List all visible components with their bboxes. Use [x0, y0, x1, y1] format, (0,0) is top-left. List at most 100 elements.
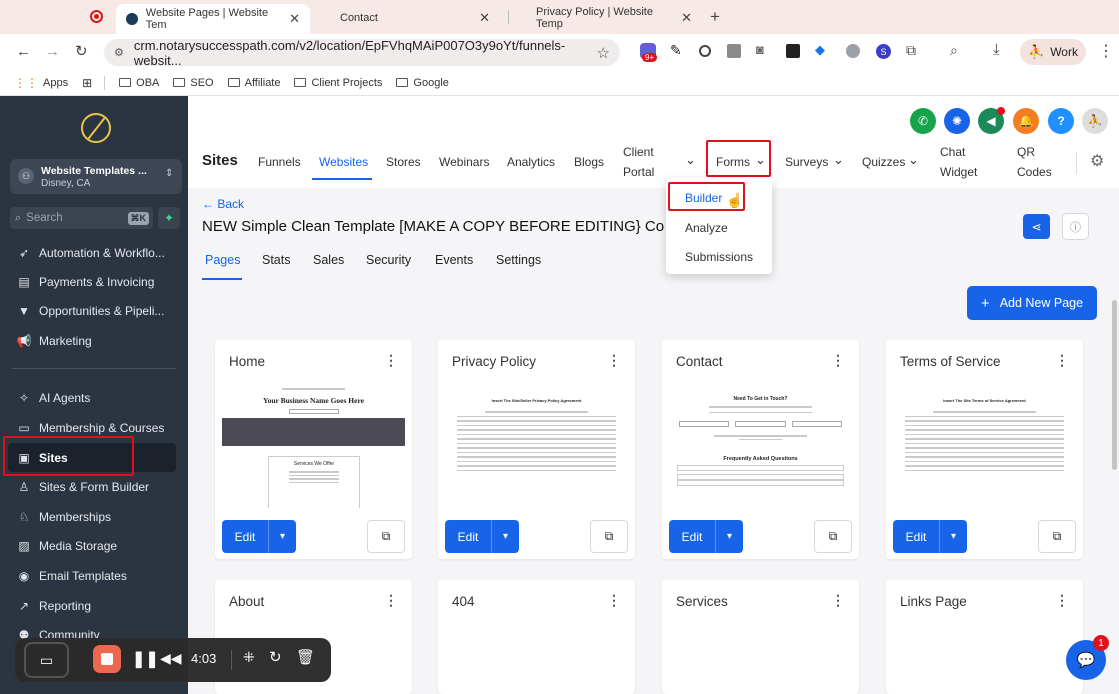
more-options-icon[interactable]: ⋮: [607, 352, 621, 369]
notifications-bell-button[interactable]: 🔔: [1013, 108, 1039, 134]
chevron-down-icon[interactable]: ▾: [269, 520, 296, 553]
sidebar-item-automation[interactable]: ➶ Automation & Workflo...: [17, 246, 165, 260]
address-bar[interactable]: ⚙ crm.notarysuccesspath.com/v2/location/…: [104, 38, 620, 68]
nav-analytics[interactable]: Analytics: [507, 155, 555, 169]
browser-tab-contact[interactable]: Contact ✕: [330, 5, 500, 30]
open-external-icon[interactable]: ⧉: [367, 520, 405, 553]
extension-tag-icon[interactable]: ◆: [815, 42, 825, 58]
app-logo[interactable]: [81, 113, 111, 143]
help-button[interactable]: ?: [1048, 108, 1074, 134]
bookmark-affiliate[interactable]: Affiliate: [227, 77, 280, 89]
settings-gear-icon[interactable]: ⚙: [1090, 151, 1104, 171]
open-external-icon[interactable]: ⧉: [590, 520, 628, 553]
account-switcher[interactable]: ⚇ Website Templates ... Disney, CA ⇕: [10, 159, 182, 194]
nav-qr-codes-line2[interactable]: Codes: [1017, 165, 1052, 179]
camera-icon[interactable]: ◙: [756, 42, 764, 57]
bookmark-seo[interactable]: SEO: [173, 77, 214, 89]
bookmark-oba[interactable]: OBA: [119, 77, 159, 89]
sidebar-item-reporting[interactable]: ↗ Reporting: [17, 599, 91, 613]
close-tab-icon[interactable]: ✕: [289, 11, 300, 27]
nav-surveys[interactable]: Surveys: [785, 155, 828, 169]
menu-item-submissions[interactable]: Submissions: [685, 250, 753, 264]
more-options-icon[interactable]: ⋮: [1055, 352, 1069, 369]
page-card-home[interactable]: Home ⋮ Your Business Name Goes Here Serv…: [215, 340, 412, 559]
info-button[interactable]: ⓘ: [1062, 213, 1089, 240]
nav-blogs[interactable]: Blogs: [574, 155, 604, 169]
nav-chat-widget-line1[interactable]: Chat: [940, 145, 965, 159]
page-card-404[interactable]: 404 ⋮: [438, 580, 635, 694]
sidebar-search[interactable]: ⌕ Search ⌘K: [10, 207, 153, 229]
extensions-puzzle-icon[interactable]: ⧉: [906, 42, 916, 59]
sidebar-item-marketing[interactable]: 📢 Marketing: [17, 334, 92, 348]
more-options-icon[interactable]: ⋮: [1055, 592, 1069, 609]
launchpad-button[interactable]: ✺: [944, 108, 970, 134]
chevron-down-icon[interactable]: ▾: [492, 520, 519, 553]
chevron-down-icon[interactable]: ⌄: [908, 152, 919, 168]
browser-tab-privacy-policy[interactable]: Privacy Policy | Website Temp ✕: [526, 5, 702, 30]
browser-tab-website-pages[interactable]: Website Pages | Website Tem ✕: [116, 4, 310, 34]
back-arrow-icon[interactable]: ←: [16, 43, 31, 60]
open-external-icon[interactable]: ⧉: [1038, 520, 1076, 553]
tab-settings[interactable]: Settings: [496, 253, 541, 267]
more-options-icon[interactable]: ⋮: [384, 352, 398, 369]
sidebar-item-email-templates[interactable]: ◉ Email Templates: [17, 569, 127, 583]
tab-security[interactable]: Security: [366, 253, 411, 267]
tab-sales[interactable]: Sales: [313, 253, 344, 267]
sidebar-item-opportunities[interactable]: ▼ Opportunities & Pipeli...: [17, 304, 164, 318]
tab-stats[interactable]: Stats: [262, 253, 291, 267]
extension-s-icon[interactable]: S: [876, 44, 891, 59]
tab-search-icon[interactable]: ⌕: [950, 42, 958, 59]
fontface-icon[interactable]: [786, 44, 800, 58]
nav-client-portal-line2[interactable]: Portal: [623, 165, 654, 179]
chevron-down-icon[interactable]: ⌄: [685, 152, 696, 168]
stop-recording-button[interactable]: [93, 645, 121, 673]
camera-toggle-button[interactable]: ▭: [24, 642, 69, 678]
more-options-icon[interactable]: ⋮: [607, 592, 621, 609]
back-link[interactable]: ← Back: [202, 197, 244, 211]
tab-groups-icon[interactable]: ⊞: [82, 76, 92, 90]
new-tab-button[interactable]: +: [710, 7, 720, 27]
chevron-down-icon[interactable]: ▾: [716, 520, 743, 553]
tab-pages[interactable]: Pages: [205, 253, 240, 267]
edit-page-button[interactable]: Edit ▾: [669, 520, 743, 553]
sidebar-item-membership-courses[interactable]: ▭ Membership & Courses: [17, 421, 164, 435]
more-options-icon[interactable]: ⋮: [831, 352, 845, 369]
nav-websites[interactable]: Websites: [319, 155, 368, 169]
close-tab-icon[interactable]: ✕: [479, 10, 490, 26]
nav-webinars[interactable]: Webinars: [439, 155, 489, 169]
nav-stores[interactable]: Stores: [386, 155, 421, 169]
sidebar-item-media-storage[interactable]: ▨ Media Storage: [17, 539, 117, 553]
download-icon[interactable]: ⤓: [993, 41, 1000, 58]
sidebar-item-ai-agents[interactable]: ✧ AI Agents: [17, 391, 90, 405]
extension-circle-icon[interactable]: [699, 45, 711, 57]
nav-funnels[interactable]: Funnels: [258, 155, 301, 169]
bookmark-star-icon[interactable]: ☆: [597, 44, 610, 62]
extension-square-icon[interactable]: [727, 44, 741, 58]
sidebar-item-memberships[interactable]: ♘ Memberships: [17, 510, 111, 524]
nav-quizzes[interactable]: Quizzes: [862, 155, 905, 169]
bookmark-google[interactable]: Google: [396, 77, 449, 89]
grid-dots-icon[interactable]: ⁜: [243, 649, 255, 666]
pause-icon[interactable]: ❚❚: [132, 649, 159, 669]
tab-events[interactable]: Events: [435, 253, 473, 267]
site-info-icon[interactable]: ⚙: [114, 46, 124, 59]
sidebar-item-payments[interactable]: ▤ Payments & Invoicing: [17, 275, 154, 289]
page-card-contact[interactable]: Contact ⋮ Need To Get in Touch? Frequent…: [662, 340, 859, 559]
user-avatar[interactable]: ⛹: [1082, 108, 1108, 134]
reload-icon[interactable]: ↻: [75, 42, 88, 60]
eyedropper-icon[interactable]: ✎: [670, 42, 682, 59]
rewind-icon[interactable]: ◀◀: [160, 650, 182, 667]
nav-chat-widget-line2[interactable]: Widget: [940, 165, 977, 179]
chevron-down-icon[interactable]: ▾: [940, 520, 967, 553]
page-card-services[interactable]: Services ⋮: [662, 580, 859, 694]
phone-button[interactable]: ✆: [910, 108, 936, 134]
sidebar-item-sites-form-builder[interactable]: ♙ Sites & Form Builder: [17, 480, 149, 494]
forward-arrow-icon[interactable]: →: [45, 43, 60, 60]
close-tab-icon[interactable]: ✕: [681, 10, 692, 26]
browser-menu-icon[interactable]: ⋮: [1098, 41, 1114, 61]
more-options-icon[interactable]: ⋮: [384, 592, 398, 609]
trash-icon[interactable]: 🗑: [296, 648, 315, 666]
page-card-privacy-policy[interactable]: Privacy Policy ⋮ Insert The Site/Seller …: [438, 340, 635, 559]
bookmark-apps[interactable]: ⋮⋮ Apps: [14, 76, 68, 90]
page-card-terms-of-service[interactable]: Terms of Service ⋮ Insert The Site Terms…: [886, 340, 1083, 559]
